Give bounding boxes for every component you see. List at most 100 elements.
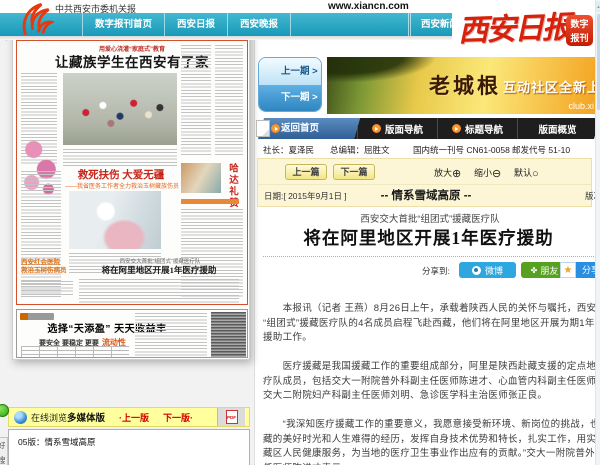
newspaper-main-box: 用爱心浇灌“家庭式”教育 让藏族学生在西安有了家 救死扶伤 大爱无疆 ——我省医…: [16, 40, 248, 305]
dotted-divider: [263, 256, 600, 257]
body-line: “我深知医疗援藏工作的重要意义，我愿意接受新环境、新岗位的挑战，也会: [263, 418, 600, 433]
next-issue-button[interactable]: 下一期 >: [259, 85, 321, 111]
body-line: 本报讯（记者 王燕）8月26日上午，承载着陕西人民的关怀与嘱托，西安交大: [263, 302, 600, 317]
brand-logo[interactable]: 西安日报 数字 报刊: [452, 0, 600, 52]
zoom-default-button[interactable]: 默认○: [514, 166, 539, 180]
tab-title-nav[interactable]: 标题导航: [437, 118, 517, 139]
next-page-link[interactable]: 下一版·: [163, 411, 193, 424]
scrollbar[interactable]: ▲: [595, 0, 600, 465]
tab-page-nav-label: 版面导航: [385, 122, 423, 136]
box-headline-line1: 西安红会医院: [21, 259, 77, 267]
tab-title-nav-label: 标题导航: [465, 122, 503, 136]
dense-notice-block: [211, 312, 246, 357]
section-nav-bar: 版面导航 标题导航 版面概览: [354, 118, 600, 139]
body-line: 医疗援藏是我国援藏工作的重要组成部分，阿里是陕西赴藏支援的定点地区。医: [263, 360, 600, 375]
prev-article-button[interactable]: 上一篇: [285, 164, 327, 180]
floating-search-widget[interactable]: 好 搜: [0, 437, 8, 465]
digital-edition-badge: 数字 报刊: [566, 15, 593, 46]
president-label: 社长：夏泽民: [263, 144, 314, 156]
newspaper-page-image[interactable]: 情系雪域高原 用爱心浇灌“家庭式”教育 让藏族学生在西安有了家 救死扶伤 大爱无…: [12, 12, 250, 360]
widget-char-2: 搜: [0, 453, 7, 465]
viewer-bar: 在线浏览 多媒体版 ·上一版 下一版· PDF: [8, 407, 250, 427]
zoom-out-button[interactable]: 缩小⊖: [474, 166, 501, 180]
prev-page-link[interactable]: ·上一版: [119, 411, 149, 424]
fake-text-col: [215, 45, 243, 157]
tab-multimedia[interactable]: 多媒体版: [67, 410, 105, 424]
branch-decoration: [327, 57, 437, 83]
section-header-bar: [181, 199, 239, 204]
toolbar-divider: [258, 184, 591, 185]
bank-logo: [20, 313, 54, 320]
share-weibo-button[interactable]: 微博: [459, 262, 516, 278]
article-toolbar: 上一篇 下一篇 放大⊕ 缩小⊖ 默认○ 日期:[ 2015年9月1日 ] -- …: [257, 158, 592, 207]
fake-text-col: [181, 45, 211, 157]
widget-char-1: 好: [0, 438, 7, 453]
next-article-button[interactable]: 下一篇: [333, 164, 375, 180]
ad-rate-table: [21, 346, 129, 357]
zoom-in-icon: ⊕: [452, 168, 461, 180]
issue-navigator: 上一期 > 下一期 >: [258, 57, 322, 112]
tab-online-browse[interactable]: 在线浏览: [31, 411, 67, 424]
lead-headline: 让藏族学生在西安有了家: [17, 51, 247, 71]
body-line: 交大二附院妇产科副主任医师刘明、急诊医学科主治医师张正良。: [263, 389, 600, 404]
prev-issue-button[interactable]: 上一期 >: [259, 58, 321, 85]
newspaper-ad: 选择“天添盈” 天天收益丰 要安全 要稳定 更要流动性: [16, 309, 248, 358]
main-nav: 数字报刊首页 西安日报 西安晚报: [82, 13, 291, 36]
pdf-icon: PDF: [226, 410, 238, 424]
chief-editor-label: 总编辑：屈胜文: [330, 144, 390, 156]
scrollbar-thumb[interactable]: [597, 14, 600, 110]
zoom-in-button[interactable]: 放大⊕: [434, 166, 461, 180]
nav-item-xian-evening[interactable]: 西安晚报: [227, 13, 291, 36]
panel-divider: [254, 38, 255, 465]
banner-ad[interactable]: 老城根 互动社区全新上线 club.xi: [327, 57, 600, 114]
tab-page-overview[interactable]: 版面概览: [517, 118, 597, 139]
fake-text-block: [21, 281, 73, 297]
banner-url: club.xi: [568, 101, 594, 111]
newspaper-photo-small: [181, 163, 221, 193]
newspaper-photo-dancing: [63, 73, 177, 145]
badge-line-2: 报刊: [566, 31, 593, 45]
phoenix-logo-icon: [18, 1, 54, 38]
share-label: 分享到:: [422, 265, 450, 277]
play-circle-icon: [372, 124, 381, 133]
pdf-button[interactable]: PDF: [217, 408, 245, 426]
scrollbar-up-icon[interactable]: ▲: [596, 1, 600, 12]
fake-text-col: [21, 171, 61, 297]
mid-subline: ——我省医务工作者全力救治玉树藏族伤员: [57, 181, 187, 190]
page-icon: [256, 120, 270, 137]
tab-page-nav[interactable]: 版面导航: [357, 118, 437, 139]
share-friends-label: 朋友: [540, 264, 558, 277]
share-row: 分享到: 微博 ✤ 朋友 ★ 分享: [257, 262, 600, 279]
article-title: 将在阿里地区开展1年医疗援助: [257, 225, 600, 250]
postal-code-label: 邮发代号 51-10: [512, 144, 570, 156]
body-line: 藏的美好时光和人生难得的经历，发挥自身技术优势和特长，扎实工作，用实际: [263, 433, 600, 448]
page-caption: 05版：情系雪域高原: [18, 437, 95, 447]
star-icon[interactable]: ★: [560, 262, 576, 278]
share-weibo-label: 微博: [485, 264, 503, 277]
fake-text-caption: [63, 149, 177, 167]
section-title: -- 情系雪域高原 --: [356, 187, 496, 203]
zoom-out-icon: ⊖: [492, 168, 501, 180]
fake-text-block: [79, 279, 239, 303]
banner-slogan: 互动社区全新上线: [503, 77, 600, 96]
article-body: 本报讯（记者 王燕）8月26日上午，承载着陕西人民的关怀与嘱托，西安交大 “组团…: [263, 302, 600, 465]
body-line: “组团式”援藏医疗队的4名成员启程飞赴西藏，他们将在阿里地区开展为期1年: [263, 317, 600, 332]
body-line: 疗队成员，包括交大一附院普外科副主任医师陈进才、心血管内科副主任医师谢: [263, 375, 600, 390]
fake-text-block: [135, 313, 207, 356]
nav-item-digital-home[interactable]: 数字报刊首页: [82, 13, 164, 36]
play-circle-icon: [452, 124, 461, 133]
banner-brand: 老城根: [429, 70, 501, 100]
body-line: [263, 346, 600, 361]
page: 中共西安市委机关报 www.xiancn.com 数字报刊首页 西安日报 西安晚…: [0, 0, 600, 465]
issn-label: 国内统一刊号 CN61-0058: [413, 144, 510, 156]
brand-calligraphy: 西安日报: [457, 2, 570, 50]
badge-line-1: 数字: [566, 17, 593, 31]
body-line: 藏区人民健康服务，为当地的医疗卫生事业作出应有的贡献。”交大一附院普外: [263, 447, 600, 462]
tab-back-home-label: 返回首页: [281, 118, 319, 139]
zoom-default-label: 默认: [514, 168, 532, 178]
featured-article-headline: 将在阿里地区开展1年医疗援助: [79, 264, 239, 276]
box-headline: 西安红会医院 救治玉树伤病员: [21, 259, 77, 275]
page-caption-box[interactable]: 05版：情系雪域高原: [8, 429, 250, 465]
nav-item-xian-daily[interactable]: 西安日报: [164, 13, 227, 36]
zoom-in-label: 放大: [434, 168, 452, 178]
